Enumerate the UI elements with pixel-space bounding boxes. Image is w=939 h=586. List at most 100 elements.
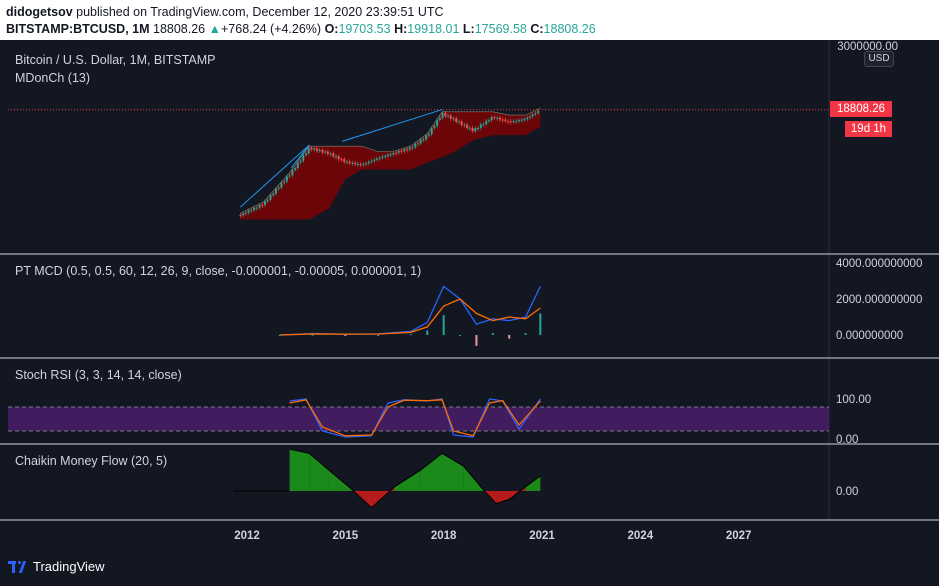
candle [537, 110, 540, 114]
candle [386, 154, 389, 157]
macd-axis-tick-0: 4000.000000000 [836, 258, 922, 270]
time-axis-label-2024: 2024 [628, 530, 654, 542]
candle [427, 134, 430, 136]
macd-histogram-bar [524, 333, 527, 335]
candle [321, 149, 324, 153]
price-change: +768.24 (+4.26%) [221, 22, 322, 36]
candle [449, 115, 452, 119]
candle [242, 213, 245, 216]
macd-histogram-bar [508, 335, 511, 339]
candle [329, 153, 332, 155]
macd-histogram-bar [442, 315, 445, 335]
candle [310, 147, 313, 150]
candle [482, 124, 485, 126]
candle [523, 119, 526, 121]
candle [326, 151, 329, 154]
candle [255, 207, 258, 209]
candle [425, 135, 428, 140]
footer: TradingView [0, 546, 939, 586]
candle [239, 215, 242, 216]
candle [515, 120, 518, 122]
candle [457, 121, 460, 123]
high-value: 19918.01 [407, 22, 460, 36]
candle [299, 160, 302, 163]
candle [509, 121, 512, 123]
candle [512, 121, 515, 123]
symbol-label: BITSTAMP:BTCUSD, 1M [6, 22, 150, 36]
candle [315, 148, 318, 152]
macd-histogram-bar [278, 335, 281, 336]
candle [381, 156, 384, 158]
candle [359, 163, 362, 166]
candle [460, 121, 463, 125]
candle [406, 149, 409, 151]
macd-histogram-bar [344, 335, 347, 336]
ohlc-line: BITSTAMP:BTCUSD, 1M 18808.26 ▲+768.24 (+… [6, 21, 933, 38]
candle [422, 139, 425, 141]
candle [258, 205, 261, 208]
open-value: 19703.53 [338, 22, 391, 36]
candle [324, 151, 327, 153]
macd-histogram-bar [426, 330, 429, 335]
candle [351, 162, 354, 164]
candle [354, 162, 357, 165]
candle [466, 124, 469, 129]
time-axis-label-2027: 2027 [726, 530, 752, 542]
time-axis-label-2015: 2015 [333, 530, 359, 542]
author-name[interactable]: didogetsov [6, 5, 73, 19]
macd-histogram-bar [409, 334, 412, 336]
candle [414, 143, 417, 148]
candle [247, 210, 250, 213]
macd-axis-tick-2: 0.000000000 [836, 330, 903, 342]
candle [345, 161, 348, 163]
candle [272, 193, 275, 196]
candle [340, 159, 343, 161]
candle [291, 169, 294, 176]
candle [283, 181, 286, 183]
low-value: 17569.58 [474, 22, 527, 36]
candle [408, 147, 411, 150]
candle [337, 156, 340, 160]
stoch-pane-title[interactable]: Stoch RSI (3, 3, 14, 14, close) [15, 368, 182, 382]
candle [244, 212, 247, 214]
cmf-pane-title[interactable]: Chaikin Money Flow (20, 5) [15, 454, 167, 468]
candle [534, 113, 537, 115]
donchian-channel-fill [240, 107, 541, 220]
cmf-positive-area [525, 475, 541, 491]
high-label: H: [394, 22, 408, 36]
macd-histogram-bar [491, 333, 494, 335]
macd-histogram-bar [311, 334, 314, 336]
chart-area[interactable]: 3000000.00 4000.000000000 2000.000000000 0.… [0, 40, 939, 546]
candle [400, 150, 403, 152]
cmf-positive-area [394, 470, 421, 491]
tradingview-logo-icon [8, 560, 28, 573]
candle [348, 161, 351, 164]
candle [518, 120, 521, 122]
candle [332, 153, 335, 157]
candle [264, 201, 267, 206]
candle [531, 114, 534, 117]
candle [433, 125, 436, 129]
chart-canvas[interactable]: 3000000.004000.0000000002000.0000000000.… [0, 40, 939, 546]
currency-button[interactable]: USD [864, 51, 894, 67]
candle [474, 128, 477, 132]
candle [343, 159, 346, 162]
candle [430, 128, 433, 135]
candle [362, 164, 365, 166]
low-label: L: [462, 22, 475, 36]
macd-axis-tick-1: 2000.000000000 [836, 294, 922, 306]
candle [313, 148, 316, 150]
candle [496, 117, 499, 119]
candle [452, 118, 455, 120]
cmf-positive-area [309, 453, 329, 491]
tradingview-logo[interactable]: TradingView [8, 559, 105, 574]
candle [302, 155, 305, 161]
close-label: C: [530, 22, 544, 36]
price-pane-indicator[interactable]: MDonCh (13) [15, 71, 90, 85]
candle [493, 117, 496, 119]
macd-pane-title[interactable]: PT MCD (0.5, 0.5, 60, 12, 26, 9, close, … [15, 264, 421, 278]
candle [471, 127, 474, 132]
candle [288, 175, 291, 177]
candle [274, 188, 277, 194]
candle [277, 187, 280, 189]
